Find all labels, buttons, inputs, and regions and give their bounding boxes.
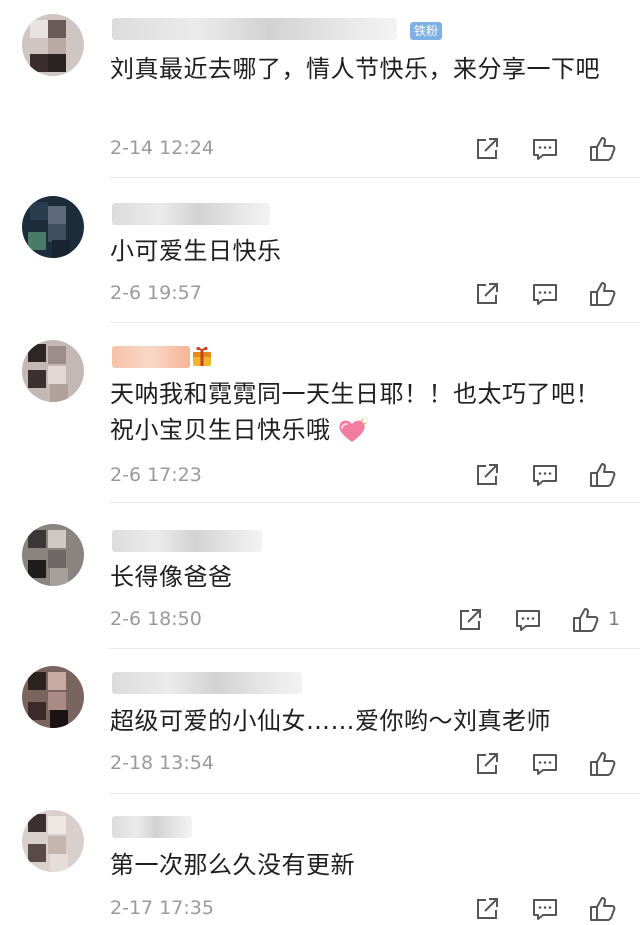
fan-badge: 铁粉 [410,22,443,40]
comment-item: 小可爱生日快乐 2-6 19:57 [0,178,640,324]
gift-badge-icon [193,346,211,366]
comment-time: 2-6 17:23 [110,464,202,486]
thumbs-up-icon[interactable] [588,279,618,309]
comment-icon[interactable] [530,134,560,164]
username-blurred[interactable] [112,346,190,368]
divider [110,502,640,503]
avatar[interactable] [22,14,84,76]
avatar[interactable] [22,340,84,402]
username-blurred[interactable] [112,672,302,694]
share-icon[interactable] [455,605,485,635]
comment-time: 2-6 19:57 [110,282,202,304]
comment-text: 第一次那么久没有更新 [110,851,355,879]
avatar[interactable] [22,524,84,586]
thumbs-up-icon[interactable] [588,134,618,164]
share-icon[interactable] [472,460,502,490]
thumbs-up-icon[interactable] [571,605,601,635]
username-blurred[interactable] [112,816,192,838]
comment-item: 第一次那么久没有更新 2-17 17:35 [0,794,640,925]
comment-icon[interactable] [530,749,560,779]
comment-icon[interactable] [530,894,560,924]
avatar[interactable] [22,666,84,728]
share-icon[interactable] [472,894,502,924]
username-blurred[interactable] [112,18,397,40]
comment-icon[interactable] [530,460,560,490]
comment-text: 天呐我和霓霓同一天生日耶！！也太巧了吧！祝小宝贝生日快乐哦 [110,376,620,448]
comment-item: 铁粉 刘真最近去哪了，情人节快乐，来分享一下吧 2-14 12:24 [0,0,640,180]
heart-emoji [338,418,366,442]
comment-item: 天呐我和霓霓同一天生日耶！！也太巧了吧！祝小宝贝生日快乐哦 2-6 17:23 [0,324,640,504]
avatar[interactable] [22,810,84,872]
comment-item: 长得像爸爸 2-6 18:50 1 [0,504,640,650]
comment-time: 2-14 12:24 [110,137,214,159]
comment-time: 2-18 13:54 [110,752,214,774]
divider [110,322,640,323]
thumbs-up-icon[interactable] [588,749,618,779]
comment-text: 超级可爱的小仙女……爱你哟～刘真老师 [110,707,551,735]
comment-icon[interactable] [513,605,543,635]
comment-icon[interactable] [530,279,560,309]
comment-time: 2-6 18:50 [110,608,202,630]
avatar[interactable] [22,196,84,258]
comment-text: 刘真最近去哪了，情人节快乐，来分享一下吧 [110,55,600,83]
comment-text: 小可爱生日快乐 [110,237,282,265]
share-icon[interactable] [472,134,502,164]
comment-text: 长得像爸爸 [110,563,233,591]
comment-time: 2-17 17:35 [110,897,214,919]
thumbs-up-icon[interactable] [588,460,618,490]
divider [110,648,640,649]
comment-item: 超级可爱的小仙女……爱你哟～刘真老师 2-18 13:54 [0,650,640,794]
like-count: 1 [608,608,621,630]
share-icon[interactable] [472,749,502,779]
thumbs-up-icon[interactable] [588,894,618,924]
share-icon[interactable] [472,279,502,309]
username-blurred[interactable] [112,203,270,225]
username-blurred[interactable] [112,530,262,552]
